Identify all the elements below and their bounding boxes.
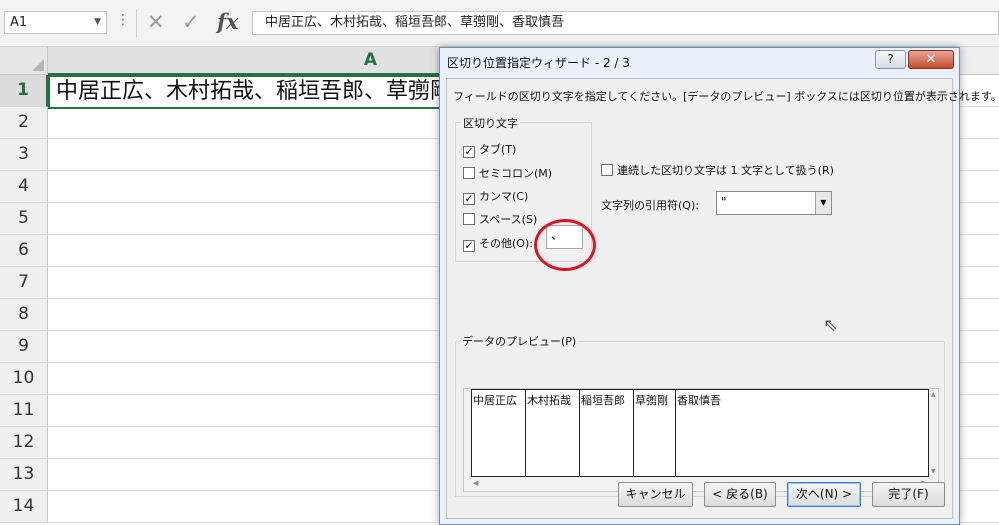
name-box-dropdown-icon[interactable]: ▼	[94, 12, 101, 33]
row-header[interactable]: 5	[0, 203, 48, 235]
cancel-entry-icon[interactable]: ✕	[147, 10, 165, 34]
data-preview-label: データのプレビュー(P)	[460, 333, 579, 349]
text-qualifier-label: 文字列の引用符(Q):	[601, 199, 699, 212]
scroll-down-icon[interactable]: ▼	[931, 468, 936, 475]
other-label: その他(O):	[479, 237, 533, 250]
text-qualifier-select[interactable]: " ▼	[716, 191, 832, 215]
formula-bar: A1 ▼ ⋮ ✕ ✓ fx 中居正広、木村拓哉、稲垣吾郎、草彅剛、香取慎吾	[0, 0, 999, 47]
space-checkbox[interactable]	[463, 213, 475, 225]
comma-option[interactable]: ✓ カンマ(C)	[463, 188, 529, 205]
preview-column[interactable]: 木村拓哉	[526, 390, 580, 476]
cell-a1[interactable]: 中居正広、木村拓哉、稲垣吾郎、草彅剛、香取慎吾	[48, 75, 446, 109]
consecutive-checkbox[interactable]	[601, 164, 613, 176]
other-option[interactable]: ✓ その他(O):	[463, 235, 533, 252]
preview-column[interactable]: 稲垣吾郎	[580, 390, 634, 476]
preview-column[interactable]: 中居正広	[472, 390, 526, 476]
data-preview-group: データのプレビュー(P) 中居正広 木村拓哉 稲垣吾郎 草彅剛 香取慎吾 ▲ ▼…	[455, 333, 945, 497]
tab-checkbox[interactable]: ✓	[463, 146, 475, 158]
row-header[interactable]: 12	[0, 427, 48, 459]
formula-bar-buttons: ✕ ✓ fx	[136, 9, 248, 37]
preview-column[interactable]: 草彅剛	[634, 390, 676, 476]
comma-checkbox[interactable]: ✓	[463, 193, 475, 205]
finish-button[interactable]: 完了(F)	[872, 482, 945, 507]
select-all-triangle-icon	[32, 59, 44, 71]
other-checkbox[interactable]: ✓	[463, 240, 475, 252]
row-header[interactable]: 8	[0, 299, 48, 331]
insert-function-button[interactable]: fx	[217, 9, 239, 34]
scroll-left-icon[interactable]: ◀	[473, 479, 478, 487]
text-to-columns-dialog: 区切り位置指定ウィザード - 2 / 3 ? ✕ フィールドの区切り文字を指定し…	[439, 47, 999, 525]
row-header[interactable]: 3	[0, 139, 48, 171]
row-header[interactable]: 14	[0, 491, 48, 523]
next-button[interactable]: 次へ(N) >	[787, 482, 861, 507]
cancel-button[interactable]: キャンセル	[618, 482, 693, 507]
select-all-corner[interactable]	[0, 47, 48, 75]
data-preview-box[interactable]: 中居正広 木村拓哉 稲垣吾郎 草彅剛 香取慎吾 ▲ ▼ ◀ ▶	[463, 388, 939, 492]
tab-label: タブ(T)	[479, 143, 517, 156]
space-option[interactable]: スペース(S)	[463, 211, 537, 227]
formula-input[interactable]: 中居正広、木村拓哉、稲垣吾郎、草彅剛、香取慎吾	[252, 11, 999, 35]
row-headers: 1 2 3 4 5 6 7 8 9 10 11 12 13 14	[0, 75, 48, 523]
dialog-body: フィールドの区切り文字を指定してください。[データのプレビュー] ボックスには区…	[446, 78, 999, 519]
mouse-pointer-icon: ⇖	[823, 315, 839, 336]
name-box[interactable]: A1 ▼	[4, 11, 107, 34]
dialog-title: 区切り位置指定ウィザード - 2 / 3	[447, 56, 630, 70]
semicolon-label: セミコロン(M)	[479, 167, 553, 180]
preview-column[interactable]: 香取慎吾	[676, 390, 928, 476]
consecutive-option[interactable]: 連続した区切り文字は 1 文字として扱う(R)	[601, 162, 834, 178]
row-header[interactable]: 6	[0, 235, 48, 267]
name-box-value: A1	[10, 15, 28, 30]
formula-bar-dots-icon: ⋮	[116, 12, 130, 28]
tab-option[interactable]: ✓ タブ(T)	[463, 141, 517, 158]
preview-vertical-scrollbar[interactable]: ▲ ▼	[931, 389, 939, 477]
chevron-down-icon[interactable]: ▼	[815, 192, 831, 214]
row-header[interactable]: 11	[0, 395, 48, 427]
semicolon-checkbox[interactable]	[463, 167, 475, 179]
row-header[interactable]: 4	[0, 171, 48, 203]
help-button[interactable]: ?	[875, 50, 906, 69]
row-header[interactable]: 9	[0, 331, 48, 363]
row-header[interactable]: 2	[0, 107, 48, 139]
enter-entry-icon[interactable]: ✓	[182, 10, 200, 34]
consecutive-label: 連続した区切り文字は 1 文字として扱う(R)	[617, 164, 834, 177]
row-header[interactable]: 13	[0, 459, 48, 491]
row-header[interactable]: 10	[0, 363, 48, 395]
back-button[interactable]: < 戻る(B)	[704, 482, 776, 507]
text-qualifier-value: "	[721, 195, 727, 209]
row-header[interactable]: 7	[0, 267, 48, 299]
scroll-up-icon[interactable]: ▲	[931, 391, 936, 398]
dialog-titlebar[interactable]: 区切り位置指定ウィザード - 2 / 3 ? ✕	[440, 48, 959, 78]
comma-label: カンマ(C)	[479, 190, 529, 203]
space-label: スペース(S)	[479, 213, 538, 226]
instruction-text: フィールドの区切り文字を指定してください。[データのプレビュー] ボックスには区…	[453, 90, 999, 103]
semicolon-option[interactable]: セミコロン(M)	[463, 165, 552, 181]
row-header[interactable]: 1	[0, 75, 48, 107]
close-button[interactable]: ✕	[908, 50, 954, 69]
highlight-circle	[534, 219, 596, 271]
preview-table[interactable]: 中居正広 木村拓哉 稲垣吾郎 草彅剛 香取慎吾	[471, 389, 929, 477]
delimiter-group-label: 区切り文字	[461, 115, 520, 131]
